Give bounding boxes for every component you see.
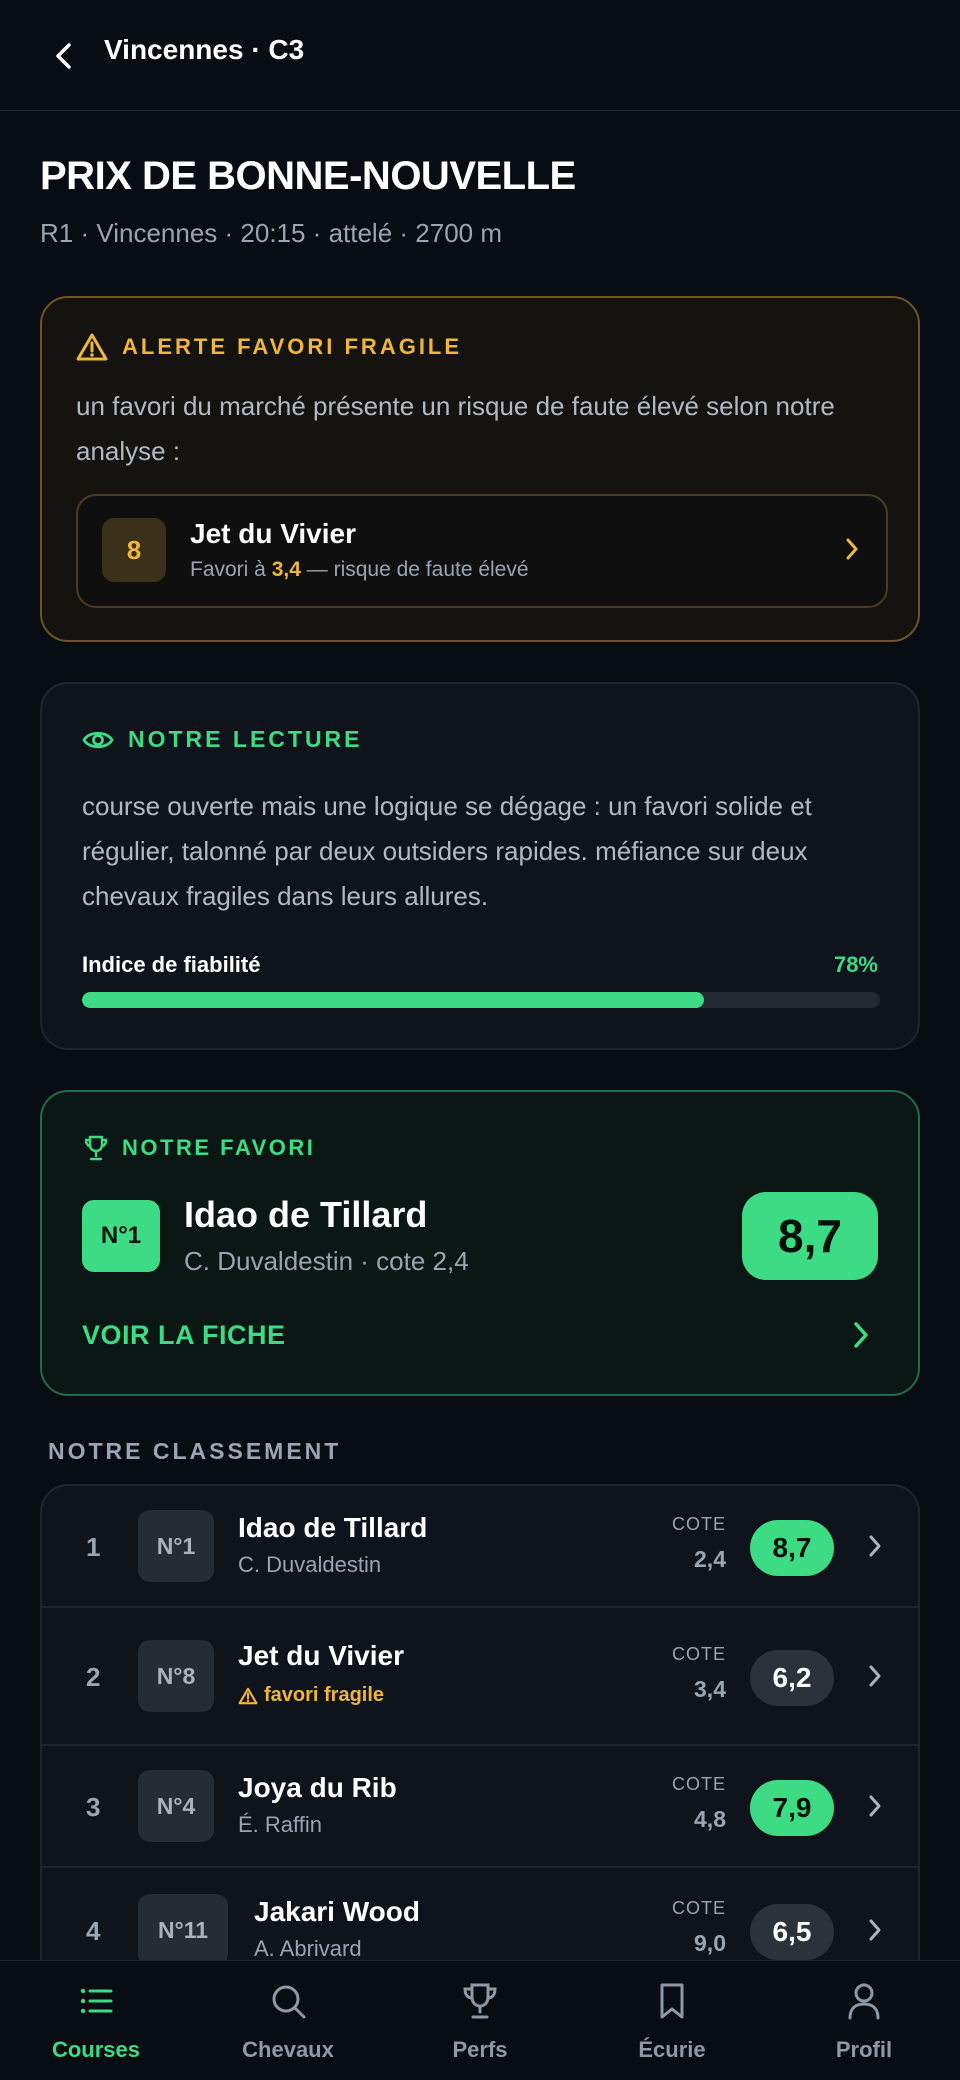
alert-label: ALERTE FAVORI FRAGILE [122, 334, 463, 359]
trophy-icon [84, 1135, 108, 1161]
odds-value: 4,8 [694, 1806, 726, 1832]
horse-number-badge: N°11 [138, 1894, 228, 1966]
chevron-right-icon [869, 1535, 881, 1557]
favorite-header: NOTRE FAVORI [82, 1134, 315, 1162]
fragile-favorite-text: favori fragile [264, 1684, 385, 1706]
reliability-value: 78% [833, 952, 878, 977]
trophy-icon [463, 1983, 497, 2019]
score-badge: 7,9 [750, 1780, 834, 1836]
chevron-right-icon[interactable] [852, 1320, 870, 1350]
chevron-right-icon [869, 1665, 881, 1687]
reliability-bar-fill [82, 992, 705, 1008]
chevron-left-icon [56, 43, 71, 69]
odds-label: COTE [671, 1774, 726, 1794]
horse-name: Idao de Tillard [238, 1512, 428, 1543]
ranking-row[interactable]: 3 N°4 Joya du Rib É. Raffin COTE 4,8 7,9 [42, 1746, 918, 1868]
search-icon [272, 1985, 306, 2019]
page-title: Vincennes · C3 [104, 34, 305, 65]
odds-value: 3,4 [694, 1676, 726, 1702]
bottom-tab-bar: Courses Chevaux Perfs Écurie Profil [0, 1960, 960, 2080]
tab-perfs[interactable]: Perfs [384, 1961, 576, 2080]
score-badge: 6,5 [750, 1904, 834, 1960]
user-icon [848, 1983, 880, 2020]
favorite-card: NOTRE FAVORI N°1 Idao de Tillard C. Duva… [40, 1090, 920, 1396]
tab-ecurie[interactable]: Écurie [576, 1961, 768, 2080]
horse-number-badge: N°1 [138, 1510, 214, 1582]
odds-label: COTE [671, 1644, 726, 1664]
race-title: PRIX DE BONNE-NOUVELLE [40, 154, 576, 198]
reliability-bar [82, 992, 880, 1008]
favorite-label: NOTRE FAVORI [122, 1135, 316, 1160]
tab-chevaux[interactable]: Chevaux [192, 1961, 384, 2080]
tab-label: Courses [51, 2037, 141, 2062]
favorite-name: Idao de Tillard [184, 1194, 428, 1235]
analysis-label: NOTRE LECTURE [128, 726, 363, 752]
favorite-score: 8,7 [742, 1192, 878, 1280]
chevron-right-icon [846, 538, 858, 560]
odds-value: 9,0 [694, 1930, 726, 1956]
horse-subtitle: Favori à 3,4 — risque de faute élevé [190, 558, 529, 582]
horse-name: Jakari Wood [254, 1896, 420, 1927]
tab-label: Perfs [452, 2037, 508, 2062]
analysis-text: course ouverte mais une logique se dégag… [82, 791, 812, 911]
driver-name: É. Raffin [238, 1812, 322, 1837]
score-badge: 8,7 [750, 1520, 834, 1576]
odds-label: COTE [671, 1514, 726, 1534]
rank-position: 2 [86, 1662, 101, 1692]
ranking-row[interactable]: 1 N°1 Idao de Tillard C. Duvaldestin COT… [42, 1486, 918, 1608]
horse-number-badge: N°4 [138, 1770, 214, 1842]
tab-profil[interactable]: Profil [768, 1961, 960, 2080]
odds-label: COTE [671, 1898, 726, 1918]
alert-horse-row[interactable]: 8 Jet du Vivier Favori à 3,4 — risque de… [76, 494, 888, 608]
chevron-right-icon [869, 1795, 881, 1817]
odds-value: 2,4 [694, 1546, 726, 1572]
eye-icon [82, 731, 114, 748]
warning-icon [76, 333, 108, 361]
back-button[interactable] [44, 36, 84, 76]
rank-position: 4 [86, 1916, 101, 1946]
favorite-subtitle: C. Duvaldestin · cote 2,4 [184, 1246, 469, 1276]
list-icon [80, 1988, 113, 2014]
rank-position: 3 [86, 1792, 101, 1822]
horse-number-badge: 8 [102, 518, 166, 582]
tab-courses[interactable]: Courses [0, 1961, 192, 2080]
bookmark-icon [660, 1983, 684, 2019]
favorite-number-badge: N°1 [82, 1200, 160, 1272]
race-meta: R1 · Vincennes · 20:15 · attelé · 2700 m [40, 218, 502, 248]
fragile-favorite-alert: ALERTE FAVORI FRAGILE un favori du march… [40, 296, 920, 642]
view-sheet-link[interactable]: VOIR LA FICHE [82, 1320, 286, 1351]
tab-label: Chevaux [242, 2037, 334, 2062]
driver-name: A. Abrivard [254, 1936, 362, 1961]
sub-suffix: — risque de faute élevé [300, 558, 529, 581]
ranking-title: NOTRE CLASSEMENT [48, 1438, 342, 1464]
chevron-right-icon [869, 1919, 881, 1941]
horse-name: Jet du Vivier [238, 1640, 405, 1671]
top-bar: Vincennes · C3 [0, 0, 960, 111]
horse-name: Jet du Vivier [190, 518, 357, 549]
driver-name: C. Duvaldestin [238, 1552, 382, 1577]
fragile-favorite-tag: favori fragile [238, 1684, 384, 1707]
horse-odds: 3,4 [271, 558, 301, 581]
alert-header: ALERTE FAVORI FRAGILE [76, 332, 462, 362]
warning-icon [238, 1687, 258, 1704]
analysis-header: NOTRE LECTURE [82, 726, 363, 753]
tab-label: Écurie [638, 2037, 706, 2062]
tab-label: Profil [835, 2037, 893, 2062]
ranking-row[interactable]: 2 N°8 Jet du Vivier favori fragile COTE … [42, 1608, 918, 1746]
score-badge: 6,2 [750, 1650, 834, 1706]
alert-text: un favori du marché présente un risque d… [76, 391, 835, 466]
horse-name: Joya du Rib [238, 1772, 397, 1803]
rank-position: 1 [86, 1532, 101, 1562]
reliability-label: Indice de fiabilité [82, 952, 261, 977]
sub-prefix: Favori à [190, 558, 272, 581]
analysis-card: NOTRE LECTURE course ouverte mais une lo… [40, 682, 920, 1050]
horse-number-badge: N°8 [138, 1640, 214, 1712]
